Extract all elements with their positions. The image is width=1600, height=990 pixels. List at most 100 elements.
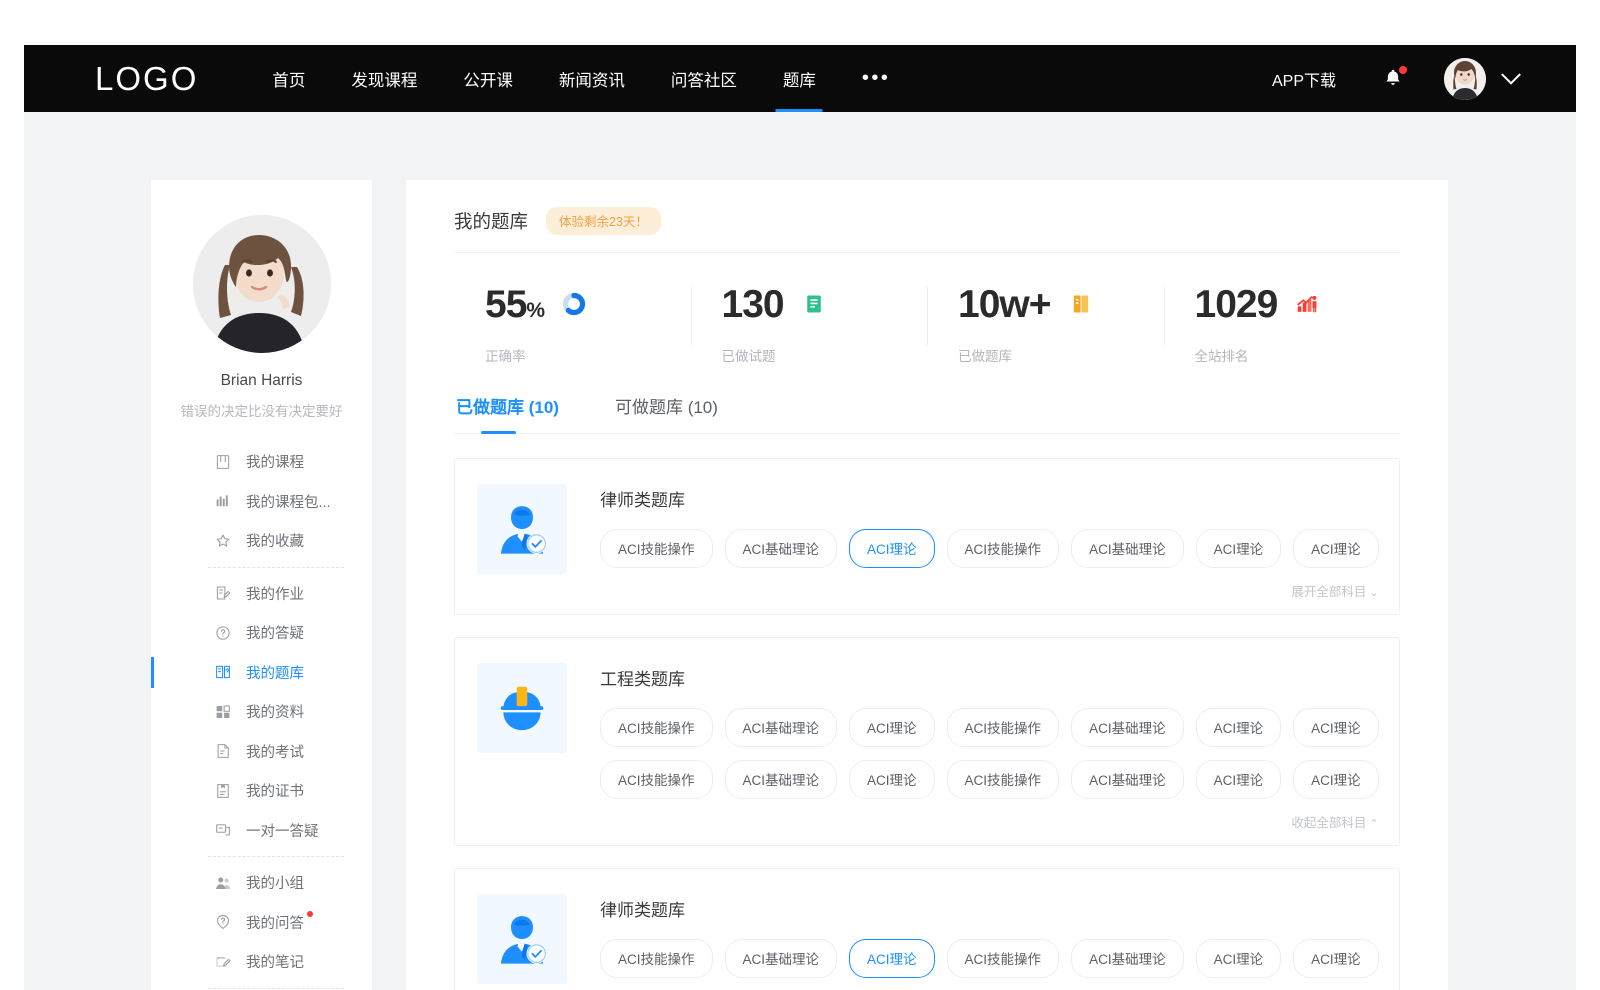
homework-icon <box>214 584 232 602</box>
subject-tag[interactable]: ACI理论 <box>1196 760 1282 799</box>
chevron-icon: ⌃ <box>1369 817 1378 830</box>
question-bank-card[interactable]: 工程类题库ACI技能操作ACI基础理论ACI理论ACI技能操作ACI基础理论AC… <box>454 637 1400 846</box>
subject-tag[interactable]: ACI技能操作 <box>600 760 713 799</box>
subject-tag[interactable]: ACI基础理论 <box>725 708 838 747</box>
stat-value: 55% <box>485 285 544 324</box>
user-avatar[interactable] <box>1444 58 1486 100</box>
subject-tag[interactable]: ACI技能操作 <box>947 708 1060 747</box>
subject-tag[interactable]: ACI基础理论 <box>725 760 838 799</box>
tag-rows: ACI技能操作 ACI基础理论 ACI理论 ACI技能操作 ACI基础理论 ACI理论 AC… <box>600 529 1379 568</box>
subject-tag[interactable]: ACI基础理论 <box>1071 529 1184 568</box>
tab-0[interactable]: 已做题库 (10) <box>454 393 561 433</box>
subject-tag[interactable]: ACI理论 <box>1196 939 1282 978</box>
tag-rows: ACI技能操作 ACI基础理论 ACI理论 ACI技能操作 ACI基础理论 ACI理论 AC… <box>600 708 1379 799</box>
toggle-subjects-label: 收起全部科目 <box>1291 816 1366 830</box>
subject-tag[interactable]: ACI基础理论 <box>1071 939 1184 978</box>
subject-tag[interactable]: ACI理论 <box>849 529 935 568</box>
sidebar-item-label: 我的笔记 <box>246 951 304 972</box>
subject-tag[interactable]: ACI理论 <box>1293 529 1379 568</box>
tag-row: ACI技能操作 ACI基础理论 ACI理论 ACI技能操作 ACI基础理论 ACI理论 AC… <box>600 529 1379 568</box>
sidebar-menu: 我的课程我的课程包... 我的收藏我的作业我的答疑我的题库我的资料我的考试我的证书… <box>151 442 372 990</box>
sidebar-item-11[interactable]: 我的问答 <box>151 903 372 943</box>
toggle-subjects-link[interactable]: 展开全部科目⌄ <box>600 581 1379 600</box>
profile-avatar-image <box>193 215 331 353</box>
sidebar-item-label: 我的收藏 <box>246 530 304 551</box>
subject-tag[interactable]: ACI理论 <box>1196 529 1282 568</box>
toggle-subjects-link[interactable]: 收起全部科目⌃ <box>600 812 1379 831</box>
sidebar-item-label: 我的资料 <box>246 701 304 722</box>
top-navbar: LOGO 首页发现课程公开课新闻资讯问答社区题库 ••• APP下载 <box>24 45 1576 112</box>
star-icon <box>214 532 232 550</box>
stat-card-2: 10w+已做题库 <box>927 279 1164 371</box>
subject-tag[interactable]: ACI理论 <box>849 708 935 747</box>
sidebar-item-9[interactable]: 一对一答疑 <box>151 811 372 851</box>
nav-item-1[interactable]: 发现课程 <box>351 45 417 112</box>
sidebar-item-8[interactable]: 我的证书 <box>151 771 372 811</box>
sidebar-item-label: 我的答疑 <box>246 622 304 643</box>
stat-value: 1029 <box>1195 285 1278 324</box>
subject-tag[interactable]: ACI技能操作 <box>600 939 713 978</box>
sidebar-item-7[interactable]: 我的考试 <box>151 732 372 772</box>
subject-tag[interactable]: ACI理论 <box>849 939 935 978</box>
sidebar-item-1[interactable]: 我的课程包... <box>151 482 372 522</box>
subject-tag[interactable]: ACI理论 <box>1293 708 1379 747</box>
nav-more-icon[interactable]: ••• <box>862 45 891 112</box>
nav-item-4[interactable]: 问答社区 <box>671 45 737 112</box>
subject-tag[interactable]: ACI基础理论 <box>1071 708 1184 747</box>
subject-tag[interactable]: ACI技能操作 <box>947 760 1060 799</box>
sidebar-item-10[interactable]: 我的小组 <box>151 863 372 903</box>
app-download-link[interactable]: APP下载 <box>1272 67 1336 91</box>
sidebar-item-4[interactable]: 我的答疑 <box>151 613 372 653</box>
note-icon <box>214 953 232 971</box>
subject-tag[interactable]: ACI技能操作 <box>947 939 1060 978</box>
book-icon <box>214 453 232 471</box>
stat-top: 10w+ <box>958 279 1164 329</box>
subject-tag[interactable]: ACI基础理论 <box>1071 760 1184 799</box>
stats-row: 55%正确率130已做试题10w+已做题库1029全站排名 <box>454 279 1400 371</box>
ranking-icon <box>1294 291 1320 317</box>
subject-tag[interactable]: ACI理论 <box>849 760 935 799</box>
profile-avatar[interactable] <box>193 215 331 353</box>
exam-icon <box>214 742 232 760</box>
body-area: Brian Harris 错误的决定比没有决定要好 我的课程我的课程包...我的… <box>24 112 1576 990</box>
stat-number: 10w+ <box>958 283 1051 326</box>
tab-1[interactable]: 可做题库 (10) <box>613 393 720 433</box>
sidebar-item-2[interactable]: 我的收藏 <box>151 521 372 561</box>
nav-item-5[interactable]: 题库 <box>783 45 816 112</box>
chevron-down-icon[interactable] <box>1501 64 1521 84</box>
sidebar-item-5[interactable]: 我的题库 <box>151 653 372 693</box>
nav-item-0[interactable]: 首页 <box>272 45 305 112</box>
notification-bell-button[interactable] <box>1382 67 1404 91</box>
nav-item-2[interactable]: 公开课 <box>463 45 513 112</box>
subject-tag[interactable]: ACI基础理论 <box>725 939 838 978</box>
sidebar-item-6[interactable]: 我的资料 <box>151 692 372 732</box>
stat-suffix: % <box>526 299 544 322</box>
subject-tag[interactable]: ACI基础理论 <box>725 529 838 568</box>
subject-tag[interactable]: ACI理论 <box>1196 708 1282 747</box>
site-logo[interactable]: LOGO <box>95 60 198 98</box>
menu-divider <box>208 988 344 989</box>
stat-label: 正确率 <box>485 345 691 365</box>
stat-top: 130 <box>722 279 928 329</box>
sidebar-item-label: 我的题库 <box>246 662 304 683</box>
toggle-subjects-label: 展开全部科目 <box>1291 585 1366 599</box>
subject-tag[interactable]: ACI技能操作 <box>947 529 1060 568</box>
card-main: 律师类题库ACI技能操作ACI基础理论ACI理论ACI技能操作ACI基础理论AC… <box>600 484 1379 600</box>
sidebar-item-3[interactable]: 我的作业 <box>151 574 372 614</box>
card-main: 律师类题库ACI技能操作ACI基础理论ACI理论ACI技能操作ACI基础理论AC… <box>600 894 1379 990</box>
question-bank-card[interactable]: 律师类题库ACI技能操作ACI基础理论ACI理论ACI技能操作ACI基础理论AC… <box>454 868 1400 990</box>
group-icon <box>214 874 232 892</box>
menu-divider <box>208 567 344 568</box>
nav-item-3[interactable]: 新闻资讯 <box>559 45 625 112</box>
subject-tag[interactable]: ACI理论 <box>1293 760 1379 799</box>
sidebar-item-12[interactable]: 我的笔记 <box>151 942 372 982</box>
question-circle-icon <box>214 624 232 642</box>
subject-tag[interactable]: ACI技能操作 <box>600 529 713 568</box>
profile-motto: 错误的决定比没有决定要好 <box>151 400 372 420</box>
sidebar-item-label: 我的考试 <box>246 741 304 762</box>
subject-tag[interactable]: ACI理论 <box>1293 939 1379 978</box>
avatar-image <box>1444 58 1486 100</box>
question-bank-card[interactable]: 律师类题库ACI技能操作ACI基础理论ACI理论ACI技能操作ACI基础理论AC… <box>454 458 1400 615</box>
subject-tag[interactable]: ACI技能操作 <box>600 708 713 747</box>
sidebar-item-0[interactable]: 我的课程 <box>151 442 372 482</box>
